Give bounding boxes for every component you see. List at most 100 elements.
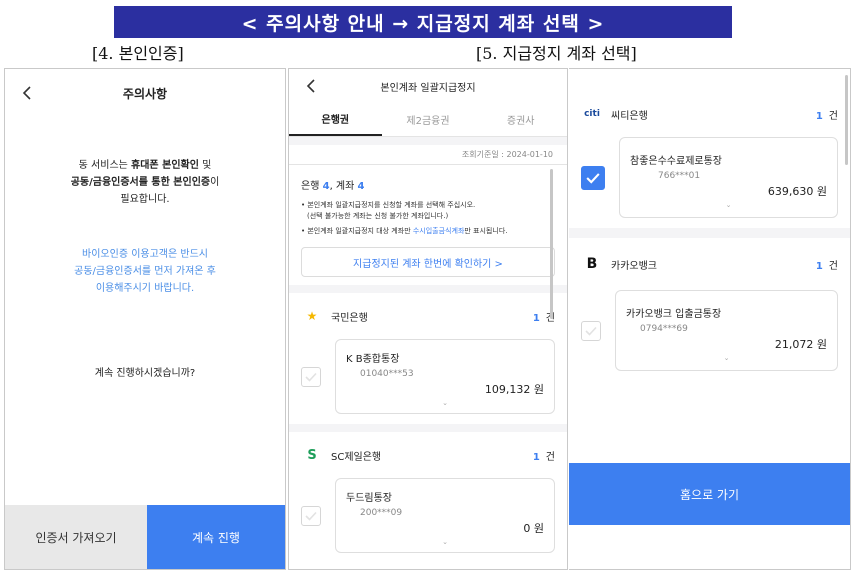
- auth-notice-screen: 주의사항 동 서비스는 휴대폰 본인확인 및 공동/금융인증서를 통한 본인인증…: [4, 68, 286, 570]
- bank-header: S SC제일은행 1건: [289, 432, 567, 478]
- account-summary: 은행 4, 계좌 4: [301, 181, 365, 192]
- text-fragment: 필요합니다.: [120, 194, 170, 205]
- continue-button[interactable]: 계속 진행: [147, 505, 285, 569]
- page-banner: < 주의사항 안내 → 지급정지 계좌 선택 >: [114, 6, 732, 38]
- bio-note-line: 이용해주시기 바랍니다.: [95, 283, 195, 294]
- expand-chevron-icon[interactable]: ⌄: [346, 538, 544, 546]
- account-item: K B종합통장 01040***53 109,132 원 ⌄: [289, 339, 567, 424]
- account-count: 4: [357, 181, 365, 192]
- account-item: 카카오뱅크 입출금통장 0794***69 21,072 원 ⌄: [569, 290, 850, 381]
- bank-account-count: 1건: [816, 257, 838, 272]
- text-fragment: 동 서비스는: [78, 160, 132, 171]
- kakaobank-logo-icon: B: [586, 256, 598, 272]
- account-checkbox[interactable]: [301, 366, 321, 387]
- bank-header: ★ 국민은행 1건: [289, 293, 567, 339]
- sc-logo-icon: S: [307, 447, 317, 463]
- account-checkbox[interactable]: [581, 320, 601, 341]
- tab-secondary-finance[interactable]: 제2금융권: [382, 103, 475, 136]
- kb-logo-icon: ★: [306, 309, 318, 323]
- account-number: 200***09: [360, 508, 403, 518]
- count-unit: 건: [545, 451, 555, 463]
- account-card[interactable]: 카카오뱅크 입출금통장 0794***69 21,072 원 ⌄: [615, 290, 838, 371]
- tab-banks[interactable]: 은행권: [289, 103, 382, 136]
- account-number: 01040***53: [360, 369, 414, 379]
- section-gap: [289, 137, 567, 145]
- account-name: 카카오뱅크 입출금통장: [626, 309, 722, 320]
- caption-step5: [5. 지급정지 계좌 선택]: [476, 44, 637, 63]
- expand-chevron-icon[interactable]: ⌄: [626, 354, 827, 362]
- expand-chevron-icon[interactable]: ⌄: [630, 201, 827, 209]
- account-balance: 21,072 원: [774, 338, 827, 351]
- back-chevron-icon[interactable]: [17, 83, 37, 103]
- account-name: 참좋은수수료제로통장: [630, 156, 722, 167]
- continue-question: 계속 진행하시겠습니까?: [94, 368, 196, 379]
- institution-tabs: 은행권 제2금융권 증권사: [289, 103, 567, 137]
- account-item: 두드림통장 200***09 0 원 ⌄: [289, 478, 567, 563]
- bank-name: SC제일은행: [331, 451, 382, 463]
- account-item: 참좋은수수료제로통장 766***01 639,630 원 ⌄: [569, 137, 850, 228]
- account-card[interactable]: K B종합통장 01040***53 109,132 원 ⌄: [335, 339, 555, 414]
- bank-header: citi 씨티은행 1건: [569, 91, 850, 137]
- summary-label: 계좌: [335, 181, 355, 192]
- bank-section-kakao: B 카카오뱅크 1건 카카오뱅크 입출금통장 0794***69 21,072 …: [569, 238, 850, 381]
- bank-count: 4: [322, 181, 330, 192]
- scrollbar[interactable]: [550, 169, 553, 319]
- view-suspended-accounts-button[interactable]: 지급정지된 계좌 한번에 확인하기 >: [301, 247, 555, 277]
- import-certificate-button[interactable]: 인증서 가져오기: [5, 505, 147, 569]
- screen-title: 본인계좌 일괄지급정지: [380, 82, 476, 94]
- bio-note-line: 바이오인증 이용고객은 반드시: [82, 249, 208, 260]
- caption-step4: [4. 본인인증]: [92, 44, 184, 63]
- account-balance: 109,132 원: [484, 383, 544, 396]
- scrollbar[interactable]: [845, 75, 848, 165]
- bottom-button-row: 인증서 가져오기 계속 진행: [5, 505, 285, 569]
- account-card[interactable]: 참좋은수수료제로통장 766***01 639,630 원 ⌄: [619, 137, 838, 218]
- text-fragment: 이: [210, 177, 220, 188]
- screen-header: 본인계좌 일괄지급정지: [289, 69, 567, 103]
- count-unit: 건: [828, 110, 838, 122]
- bio-auth-note: 바이오인증 이용고객은 반드시 공동/금융인증서를 먼저 가져온 후 이용해주시…: [5, 246, 285, 297]
- section-gap: [569, 228, 850, 238]
- count-number: 1: [532, 451, 540, 463]
- bank-account-count: 1건: [533, 448, 555, 463]
- back-chevron-icon[interactable]: [301, 76, 321, 96]
- screen-header: 주의사항: [5, 69, 285, 117]
- bank-section-citi: citi 씨티은행 1건 참좋은수수료제로통장 766***01 639,630…: [569, 91, 850, 228]
- tab-securities[interactable]: 증권사: [474, 103, 567, 136]
- account-select-continued-screen: citi 씨티은행 1건 참좋은수수료제로통장 766***01 639,630…: [569, 68, 851, 570]
- account-card[interactable]: 두드림통장 200***09 0 원 ⌄: [335, 478, 555, 553]
- bio-note-line: 공동/금융인증서를 먼저 가져온 후: [74, 266, 216, 277]
- section-gap: [289, 285, 567, 293]
- account-name: K B종합통장: [346, 354, 400, 365]
- go-home-button[interactable]: 홈으로 가기: [569, 463, 850, 525]
- account-number: 0794***69: [640, 324, 688, 334]
- bank-section-sc: S SC제일은행 1건 두드림통장 200***09 0 원 ⌄: [289, 432, 567, 563]
- account-checkbox[interactable]: [301, 505, 321, 526]
- account-select-screen: 본인계좌 일괄지급정지 은행권 제2금융권 증권사 조회기준일 : 2024-0…: [288, 68, 568, 570]
- guide-note: (선택 불가능한 계좌는 신청 불가한 계좌입니다.): [307, 212, 449, 220]
- count-number: 1: [532, 312, 540, 324]
- account-balance: 639,630 원: [767, 185, 827, 198]
- bank-header: B 카카오뱅크 1건: [569, 238, 850, 290]
- query-date: 조회기준일 : 2024-01-10: [461, 150, 553, 159]
- account-number: 766***01: [658, 171, 701, 181]
- guide-note-highlight: 수시입출금식계좌: [412, 227, 465, 235]
- section-gap: [289, 424, 567, 432]
- guide-note: 만 표시됩니다.: [464, 227, 508, 235]
- bank-name: 국민은행: [331, 312, 368, 324]
- guide-note: • 본인계좌 일괄지급정지 대상 계좌만: [301, 227, 413, 235]
- count-number: 1: [815, 260, 823, 272]
- expand-chevron-icon[interactable]: ⌄: [346, 399, 544, 407]
- text-fragment: 및: [198, 160, 212, 171]
- bank-name: 카카오뱅크: [611, 260, 657, 272]
- guide-note: • 본인계좌 일괄지급정지를 신청할 계좌를 선택해 주십시오.: [301, 201, 476, 209]
- account-balance: 0 원: [523, 522, 544, 535]
- text-bold: 공동/금융인증서를 통한 본인인증: [70, 177, 211, 188]
- bank-account-count: 1건: [816, 107, 838, 122]
- screen-title: 주의사항: [122, 86, 168, 101]
- account-checkbox-checked[interactable]: [581, 165, 605, 190]
- bank-section-kb: ★ 국민은행 1건 K B종합통장 01040***53 109,132 원 ⌄: [289, 293, 567, 424]
- summary-label: 은행: [301, 181, 320, 192]
- count-number: 1: [815, 110, 823, 122]
- bank-name: 씨티은행: [611, 110, 648, 122]
- count-unit: 건: [828, 260, 838, 272]
